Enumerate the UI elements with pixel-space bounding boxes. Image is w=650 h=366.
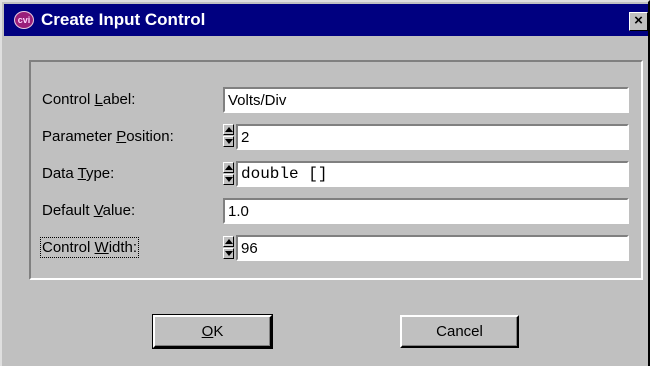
accelerator-key: W xyxy=(94,239,109,256)
label-text: Default xyxy=(42,202,94,219)
control-width-input[interactable]: 96 xyxy=(236,235,629,261)
control-label-label: Control Label: xyxy=(42,91,135,108)
accelerator-key: V xyxy=(93,202,103,219)
label-text: ype: xyxy=(85,165,115,182)
accelerator-key: L xyxy=(94,91,103,108)
parameter-position-spinner[interactable] xyxy=(223,124,234,147)
close-button[interactable]: × xyxy=(629,12,648,31)
arrow-up-icon xyxy=(225,239,233,244)
window-title: Create Input Control xyxy=(41,10,206,29)
arrow-down-icon xyxy=(225,177,233,182)
data-type-input[interactable]: double [] xyxy=(236,161,629,187)
control-width-spinner[interactable] xyxy=(223,236,234,259)
label-text: abel: xyxy=(102,91,136,108)
spinner-up-button[interactable] xyxy=(223,124,234,135)
arrow-up-icon xyxy=(225,127,233,132)
spinner-down-button[interactable] xyxy=(223,174,234,185)
data-type-spinner[interactable] xyxy=(223,162,234,185)
button-label: Cancel xyxy=(436,323,483,340)
default-value-input[interactable]: 1.0 xyxy=(223,198,629,224)
parameter-position-value: 2 xyxy=(241,129,250,146)
arrow-down-icon xyxy=(225,251,233,256)
spinner-down-button[interactable] xyxy=(223,136,234,147)
default-value-label: Default Value: xyxy=(42,202,135,219)
ok-button[interactable]: OK xyxy=(152,314,273,349)
label-text: idth: xyxy=(108,239,138,256)
label-text: Control xyxy=(42,91,95,108)
parameter-position-label: Parameter Position: xyxy=(42,128,174,145)
arrow-down-icon xyxy=(225,139,233,144)
spinner-up-button[interactable] xyxy=(223,236,234,247)
control-width-label: Control Width: xyxy=(39,237,140,258)
default-value-value: 1.0 xyxy=(228,203,249,220)
data-type-value: double [] xyxy=(241,165,328,183)
create-input-control-dialog: cvi Create Input Control × Control Label… xyxy=(0,0,650,366)
control-label-value: Volts/Div xyxy=(228,92,287,109)
label-text: osition: xyxy=(126,128,174,145)
accelerator-key: O xyxy=(201,323,214,340)
data-type-label: Data Type: xyxy=(42,165,114,182)
cvi-app-icon: cvi xyxy=(14,11,34,29)
arrow-up-icon xyxy=(225,165,233,170)
title-bar[interactable]: cvi Create Input Control × xyxy=(4,4,648,36)
spinner-down-button[interactable] xyxy=(223,248,234,259)
label-text: Control xyxy=(42,239,95,256)
cancel-button[interactable]: Cancel xyxy=(400,315,519,348)
parameter-position-input[interactable]: 2 xyxy=(236,124,629,150)
button-label: K xyxy=(213,323,224,340)
label-text: alue: xyxy=(102,202,136,219)
label-text: Parameter xyxy=(42,128,117,145)
accelerator-key: P xyxy=(116,128,127,145)
control-width-value: 96 xyxy=(241,240,258,257)
spinner-up-button[interactable] xyxy=(223,162,234,173)
label-text: Data xyxy=(42,165,78,182)
control-label-input[interactable]: Volts/Div xyxy=(223,87,629,113)
accelerator-key: T xyxy=(77,165,86,182)
